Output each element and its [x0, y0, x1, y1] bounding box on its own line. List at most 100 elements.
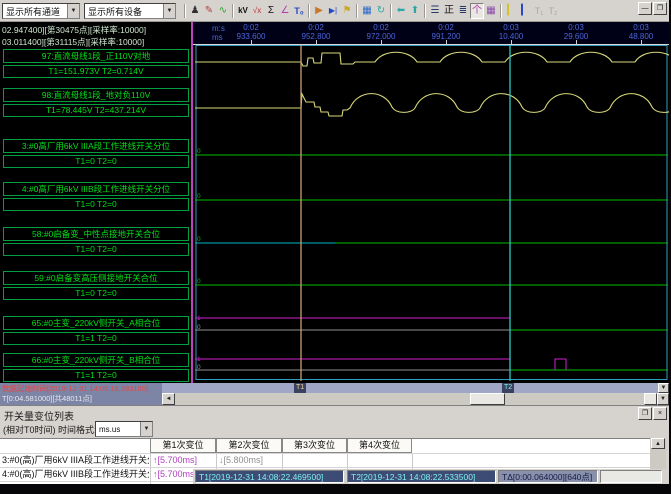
channel-item-66[interactable]: 66:#0主变_220kV侧开关_B相合位 T1=1 T2=0 — [3, 353, 189, 382]
t1-cursor-icon[interactable]: T₁ — [532, 3, 546, 19]
axis-tick — [251, 40, 252, 44]
chevron-down-icon[interactable]: ▼ — [67, 4, 79, 18]
record-info-box: 数据起始时间[2019-12-31 14:08:18.383160] T[0:0… — [0, 383, 162, 405]
t2-cursor-tag[interactable]: T2 — [502, 383, 514, 393]
up-arrow-icon[interactable]: ⬆ — [408, 3, 422, 19]
level-label: 0 — [197, 148, 201, 155]
channel-values: T1=0 T2=0 — [3, 243, 189, 256]
toolbar-separator — [232, 4, 234, 18]
scroll-left-icon[interactable]: ◄ — [162, 393, 175, 405]
device-filter-combobox[interactable]: 显示所有设备 ▼ — [84, 3, 176, 19]
channel-item-3[interactable]: 3:#0高厂用6kV IIIA段工作进线开关分位 T1=0 T2=0 — [3, 139, 189, 168]
toolbar-separator — [390, 4, 392, 18]
tick-label: 0:0329.600 — [553, 23, 599, 41]
sqrt-icon[interactable]: √x — [250, 3, 264, 19]
axis-tick — [381, 40, 382, 44]
zheng-icon[interactable]: 正 — [442, 3, 456, 19]
channel-item-58[interactable]: 58:#0启备变_中性点接地开关合位 T1=0 T2=0 — [3, 227, 189, 256]
axis-unit-bottom: ms — [212, 33, 223, 42]
restore-button[interactable]: ❐ — [653, 2, 667, 15]
channel-item-97[interactable]: 97:直流母线1段_正110V对地 T1=151.973V T2=0.714V — [3, 49, 189, 78]
column-header-2: 第2次变位 — [216, 439, 282, 453]
channel-item-59[interactable]: 59:#0启备变高压侧接地开关合位 T1=0 T2=0 — [3, 271, 189, 300]
float-panel-button[interactable]: ❐ — [638, 407, 652, 420]
refresh-icon[interactable]: ↻ — [374, 3, 388, 19]
panel-separator — [191, 22, 193, 383]
channel-filter-value: 显示所有通道 — [3, 5, 67, 18]
channel-item-65[interactable]: 65:#0主变_220kV侧开关_A相合位 T1=1 T2=0 — [3, 316, 189, 345]
sigma-icon[interactable]: Σ — [264, 3, 278, 19]
app: 显示所有通道 ▼ 显示所有设备 ▼ ♟ ✎ ∿ kV √x Σ ∠ T₀ ▶ ▶… — [0, 0, 671, 494]
trace-channel-66-pulse — [555, 359, 566, 370]
horizontal-scrollbar[interactable]: ◄ ▼ — [162, 393, 669, 405]
toolbar-separator — [500, 4, 502, 18]
scrollbar-grip[interactable] — [644, 393, 657, 405]
tick-label: 0:02991.200 — [423, 23, 469, 41]
close-panel-button[interactable]: × — [653, 407, 667, 420]
grid-window-icon[interactable]: ▦ — [360, 3, 374, 19]
axis-unit-top: m:s — [212, 24, 225, 33]
waveform-plot[interactable]: 0 0 0 0 1 0 1 0 — [195, 45, 669, 381]
scroll-right-icon[interactable]: ▼ — [657, 393, 669, 405]
time-axis: m:s ms 0:02933.600 0:02952.800 0:02972.0… — [193, 22, 669, 45]
plot-border — [196, 46, 667, 380]
channel-label: 58:#0启备变_中性点接地开关合位 — [3, 227, 189, 241]
kv-icon[interactable]: kV — [236, 3, 250, 19]
tick-label: 0:02933.600 — [228, 23, 274, 41]
trace-channel-97 — [195, 52, 669, 66]
angle-icon[interactable]: ∠ — [278, 3, 292, 19]
back-arrow-icon[interactable]: ⬅ — [394, 3, 408, 19]
axis-tick — [316, 40, 317, 44]
channel-values: T1=0 T2=0 — [3, 287, 189, 300]
time-format-combobox[interactable]: ms.us ▼ — [95, 421, 153, 437]
play-icon[interactable]: ▶ — [312, 3, 326, 19]
status-bar: T1[2019-12-31 14:08:22.469500] T2[2019-1… — [193, 469, 669, 484]
list-icon[interactable]: ☰ — [428, 3, 442, 19]
scrollbar-thumb[interactable] — [470, 393, 505, 405]
scroll-up-icon[interactable]: ▲ — [651, 438, 665, 449]
row-change-1: ↑[5.700ms] — [153, 454, 215, 467]
channel-filter-combobox[interactable]: 显示所有通道 ▼ — [2, 3, 80, 19]
t0-icon[interactable]: T₀ — [292, 3, 306, 19]
t2-cursor-icon[interactable]: T₂ — [546, 3, 560, 19]
column-header-1: 第1次变位 — [150, 439, 216, 453]
toolbar: 显示所有通道 ▼ 显示所有设备 ▼ ♟ ✎ ∿ kV √x Σ ∠ T₀ ▶ ▶… — [0, 0, 669, 22]
wave-icon[interactable]: ∿ — [216, 3, 230, 19]
device-filter-value: 显示所有设备 — [85, 5, 163, 18]
stamp-icon[interactable]: ♟ — [188, 3, 202, 19]
cursor-info-line1: 02.947400][第30475点][采样率:10000] — [2, 24, 191, 36]
chevron-down-icon[interactable]: ▼ — [140, 422, 152, 436]
toolbar-icons: ♟ ✎ ∿ kV √x Σ ∠ T₀ ▶ ▶| ⚑ ▦ ↻ ⬅ ⬆ ☰ 正 ≣ … — [182, 2, 560, 20]
channel-values: T1=0 T2=0 — [3, 198, 189, 211]
row-change-2: ↓[5.800ms] — [219, 454, 281, 467]
channel-item-4[interactable]: 4:#0高厂用6kV IIIB段工作进线开关分位 T1=0 T2=0 — [3, 182, 189, 211]
status-empty-field — [600, 470, 662, 483]
minimize-button[interactable]: — — [638, 2, 652, 15]
yellow-bar-icon[interactable]: ▎ — [504, 3, 518, 19]
tick-label: 0:02952.800 — [293, 23, 339, 41]
scroll-down-icon[interactable]: ▼ — [658, 383, 669, 393]
record-start-time: 数据起始时间[2019-12-31 14:08:18.383160] — [0, 383, 162, 394]
flag-icon[interactable]: ⚑ — [340, 3, 354, 19]
pen-icon[interactable]: ✎ — [202, 3, 216, 19]
phase-icon[interactable]: 个 — [470, 3, 484, 19]
t1-cursor-tag[interactable]: T1 — [294, 383, 306, 393]
tick-label: 0:0310.400 — [488, 23, 534, 41]
status-t2-time: T2[2019-12-31 14:08:22.533500] — [347, 470, 496, 483]
cursor-info-header: 02.947400][第30475点][采样率:10000] 03.011400… — [0, 22, 191, 49]
level-label: 0 — [197, 278, 201, 285]
cursor-label-strip: T1 T2 ▼ — [162, 383, 669, 393]
seek-end-icon[interactable]: ▶| — [326, 3, 340, 19]
panel-grid-icon[interactable]: ▦ — [484, 3, 498, 19]
blue-bar-icon[interactable]: ▎ — [518, 3, 532, 19]
channel-values: T1=1 T2=0 — [3, 369, 189, 382]
level-label: 0 — [197, 236, 201, 243]
sequence-list-icon[interactable]: ≣ — [456, 3, 470, 19]
level-label: 1 — [197, 356, 201, 363]
chevron-down-icon[interactable]: ▼ — [163, 4, 175, 18]
trace-channel-66-high — [195, 359, 510, 370]
channel-label: 65:#0主变_220kV侧开关_A相合位 — [3, 316, 189, 330]
channel-item-98[interactable]: 98:直流母线1段_地对负110V T1=78.445V T2=437.214V — [3, 88, 189, 117]
screen-bezel — [0, 484, 671, 494]
channel-values: T1=0 T2=0 — [3, 155, 189, 168]
